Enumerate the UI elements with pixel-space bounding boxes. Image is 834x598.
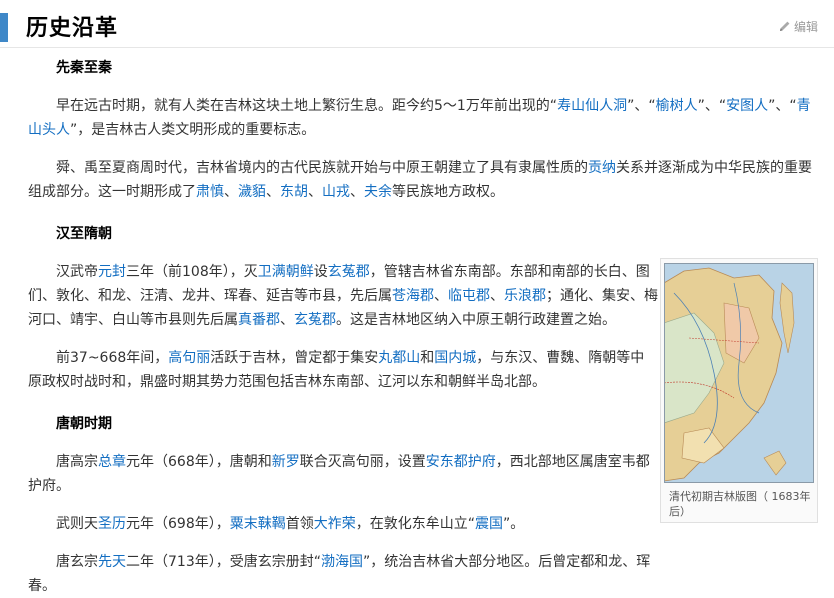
map-figure[interactable]: 清代初期吉林版图（ 1683年后） (660, 258, 818, 523)
paragraph-text: 武则天 (56, 516, 98, 532)
term-link[interactable]: 高句丽 (168, 350, 210, 366)
paragraph-text: 活跃于吉林，曾定都于集安 (210, 350, 379, 366)
paragraph-text: ”、“ (697, 98, 727, 114)
paragraph-text: 舜、禹至夏商周时代，吉林省境内的古代民族就开始与中原王朝建立了具有隶属性质的 (56, 160, 588, 176)
term-link[interactable]: 安东都护府 (426, 454, 496, 470)
paragraph-text: 、 (280, 312, 294, 328)
term-link[interactable]: 临屯郡 (448, 288, 490, 304)
paragraph-text: 和 (420, 350, 435, 366)
paragraph: 汉武帝元封三年（前108年），灭卫满朝鲜设玄菟郡，管辖吉林省东南部。东部和南部的… (28, 260, 658, 332)
paragraph: 唐高宗总章元年（668年），唐朝和新罗联合灭高句丽，设置安东都护府，西北部地区属… (28, 450, 658, 498)
paragraph-text: ”，是吉林古人类文明形成的重要标志。 (70, 122, 316, 138)
term-link[interactable]: 安图人 (726, 98, 768, 114)
paragraph-text: 、 (266, 184, 280, 200)
paragraph: 早在远古时期，就有人类在吉林这块土地上繁衍生息。距今约5～1万年前出现的“寿山仙… (28, 94, 813, 142)
term-link[interactable]: 卫满朝鲜 (258, 264, 314, 280)
section-title: 历史沿革 (26, 16, 119, 41)
paragraph-text: 唐高宗 (56, 454, 98, 470)
edit-label: 编辑 (793, 20, 818, 34)
map-image[interactable] (664, 263, 814, 483)
paragraph-text: 唐玄宗 (56, 554, 98, 570)
paragraph-text: 、 (490, 288, 504, 304)
term-link[interactable]: 国内城 (434, 350, 476, 366)
paragraph-text: 二年（713年），受唐玄宗册封“ (126, 554, 321, 570)
subsection-heading: 先秦至秦 (56, 60, 112, 76)
paragraph-text: 首领 (285, 516, 314, 532)
subsection-heading: 汉至隋朝 (56, 226, 112, 242)
term-link[interactable]: 榆树人 (656, 98, 698, 114)
paragraph: 舜、禹至夏商周时代，吉林省境内的古代民族就开始与中原王朝建立了具有隶属性质的贡纳… (28, 156, 813, 204)
term-link[interactable]: 粟末靺鞨 (230, 516, 286, 532)
paragraph-text: 设 (313, 264, 328, 280)
section-divider (0, 47, 834, 48)
paragraph-text: 元年（668年），唐朝和 (126, 454, 272, 470)
term-link[interactable]: 先天 (98, 554, 126, 570)
paragraph-text: 。这是吉林地区纳入中原王朝行政建置之始。 (336, 312, 616, 328)
paragraph-text: ”、“ (627, 98, 656, 114)
pencil-icon (779, 21, 790, 31)
paragraph-text: 早在远古时期，就有人类在吉林这块土地上繁衍生息。距今约5～1万年前出现的“ (56, 98, 558, 114)
paragraph-text: 等民族地方政权。 (392, 184, 504, 200)
paragraph-text: 、 (434, 288, 448, 304)
paragraph-text: ，在敦化东牟山立“ (355, 516, 475, 532)
term-link[interactable]: 震国 (475, 516, 503, 532)
term-link[interactable]: 元封 (98, 264, 126, 280)
term-link[interactable]: 渤海国 (321, 554, 363, 570)
term-link[interactable]: 乐浪郡 (504, 288, 546, 304)
term-link[interactable]: 玄菟郡 (294, 312, 336, 328)
paragraph-text: 前37~668年间， (56, 350, 169, 366)
term-link[interactable]: 夫余 (364, 184, 392, 200)
paragraph-text: ”、“ (768, 98, 797, 114)
term-link[interactable]: 濊貊 (238, 184, 266, 200)
edit-button[interactable]: 编辑 (779, 18, 818, 35)
term-link[interactable]: 贡纳 (588, 160, 616, 176)
paragraph: 武则天圣历元年（698年），粟末靺鞨首领大祚荣，在敦化东牟山立“震国”。 (28, 512, 658, 536)
paragraph-text: 、 (224, 184, 238, 200)
paragraph: 唐玄宗先天二年（713年），受唐玄宗册封“渤海国”，统治吉林省大部分地区。后曾定… (28, 550, 658, 598)
term-link[interactable]: 玄菟郡 (328, 264, 370, 280)
paragraph-text: 汉武帝 (56, 264, 98, 280)
term-link[interactable]: 寿山仙人洞 (557, 98, 627, 114)
term-link[interactable]: 真番郡 (238, 312, 280, 328)
paragraph-text: 三年（前108年），灭 (126, 264, 258, 280)
term-link[interactable]: 苍海郡 (392, 288, 434, 304)
term-link[interactable]: 山戎 (322, 184, 350, 200)
paragraph-text: ”。 (503, 516, 525, 532)
term-link[interactable]: 东胡 (280, 184, 308, 200)
map-caption: 清代初期吉林版图（ 1683年后） (669, 490, 811, 518)
paragraph-text: 联合灭高句丽，设置 (299, 454, 426, 470)
term-link[interactable]: 新罗 (272, 454, 300, 470)
term-link[interactable]: 肃慎 (196, 184, 224, 200)
section-heading-marker (0, 13, 8, 42)
paragraph-text: 、 (308, 184, 322, 200)
term-link[interactable]: 总章 (98, 454, 126, 470)
term-link[interactable]: 丸都山 (378, 350, 420, 366)
paragraph-text: 、 (350, 184, 364, 200)
paragraph-text: 元年（698年）， (126, 516, 230, 532)
term-link[interactable]: 圣历 (98, 516, 126, 532)
term-link[interactable]: 大祚荣 (314, 516, 356, 532)
paragraph: 前37~668年间，高句丽活跃于吉林，曾定都于集安丸都山和国内城，与东汉、曹魏、… (28, 346, 658, 394)
